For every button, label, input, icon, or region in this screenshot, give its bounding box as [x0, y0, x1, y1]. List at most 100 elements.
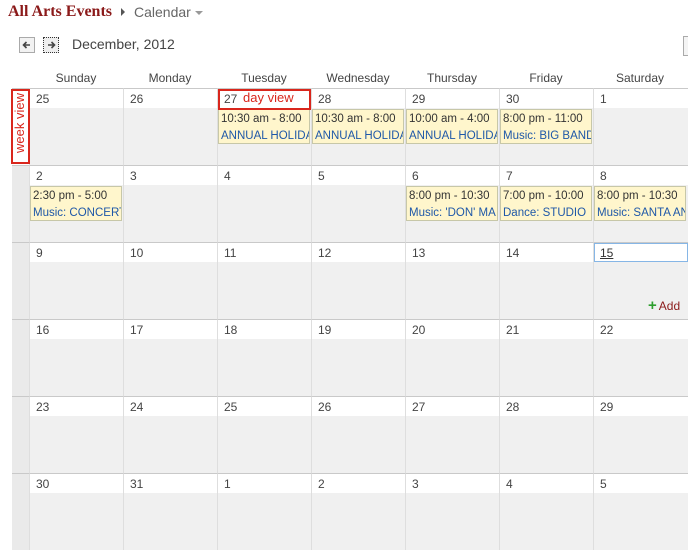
event-title-link[interactable]: Music: CONCERT	[33, 205, 121, 220]
week-view-selector[interactable]	[12, 396, 29, 473]
calendar-day-cell[interactable]: 5	[593, 473, 688, 550]
day-number-link[interactable]: 28	[506, 400, 519, 414]
day-number-link[interactable]: 2	[36, 169, 43, 183]
day-number-link[interactable]: 20	[412, 323, 425, 337]
calendar-day-cell[interactable]: 9	[29, 242, 123, 319]
week-view-selector[interactable]	[12, 242, 29, 319]
calendar-event[interactable]: 10:30 am - 8:00 ANNUAL HOLIDAY	[312, 109, 404, 144]
calendar-day-cell[interactable]: 28	[499, 396, 593, 473]
day-number-link[interactable]: 8	[600, 169, 607, 183]
calendar-event[interactable]: 10:30 am - 8:00 ANNUAL HOLIDAY	[218, 109, 310, 144]
add-event-link[interactable]: + Add	[648, 298, 680, 313]
calendar-event[interactable]: 2:30 pm - 5:00 Music: CONCERT	[30, 186, 122, 221]
event-title-link[interactable]: Music: BIG BAND	[503, 128, 591, 143]
calendar-event[interactable]: 8:00 pm - 10:30 Music: SANTA AND	[594, 186, 686, 221]
day-number-link[interactable]: 14	[506, 246, 519, 260]
day-number-link[interactable]: 29	[412, 92, 425, 106]
day-number-link[interactable]: 24	[130, 400, 143, 414]
day-number-link[interactable]: 5	[318, 169, 325, 183]
calendar-day-cell[interactable]: 25	[29, 88, 123, 165]
calendar-day-cell[interactable]: 1	[593, 88, 688, 165]
event-title-link[interactable]: ANNUAL HOLIDAY	[315, 128, 403, 143]
event-title-link[interactable]: Music: 'DON' MA	[409, 205, 496, 220]
day-number-link[interactable]: 13	[412, 246, 425, 260]
day-number-link[interactable]: 26	[130, 92, 143, 106]
breadcrumb-list-link[interactable]: Calendar	[134, 4, 203, 20]
breadcrumb-site-link[interactable]: All Arts Events	[8, 3, 112, 21]
day-number-link[interactable]: 17	[130, 323, 143, 337]
day-number-link[interactable]: 12	[318, 246, 331, 260]
calendar-day-cell[interactable]: 5	[311, 165, 405, 242]
calendar-day-cell[interactable]: 21	[499, 319, 593, 396]
week-view-selector[interactable]	[12, 165, 29, 242]
day-number-link[interactable]: 10	[130, 246, 143, 260]
day-number-link[interactable]: 27	[412, 400, 425, 414]
calendar-day-cell[interactable]: 31	[123, 473, 217, 550]
calendar-day-cell[interactable]: 19	[311, 319, 405, 396]
calendar-day-cell[interactable]: 20	[405, 319, 499, 396]
day-number-link[interactable]: 21	[506, 323, 519, 337]
calendar-day-cell[interactable]: 30	[29, 473, 123, 550]
event-title-link[interactable]: ANNUAL HOLIDAY	[221, 128, 309, 143]
calendar-day-cell[interactable]: 12	[311, 242, 405, 319]
event-title-link[interactable]: ANNUAL HOLIDAY	[409, 128, 497, 143]
calendar-event[interactable]: 8:00 pm - 10:30 Music: 'DON' MA	[406, 186, 498, 221]
day-number-link[interactable]: 25	[36, 92, 49, 106]
calendar-day-cell[interactable]: 2	[311, 473, 405, 550]
event-title-link[interactable]: Music: SANTA AND	[597, 205, 685, 220]
day-number-link[interactable]: 6	[412, 169, 419, 183]
week-view-selector[interactable]	[12, 473, 29, 550]
day-number-link[interactable]: 16	[36, 323, 49, 337]
calendar-day-cell[interactable]: 14	[499, 242, 593, 319]
calendar-day-cell[interactable]: 11	[217, 242, 311, 319]
event-title-link[interactable]: Dance: STUDIO	[503, 205, 589, 220]
calendar-event[interactable]: 7:00 pm - 10:00 Dance: STUDIO	[500, 186, 592, 221]
day-number-link[interactable]: 3	[130, 169, 137, 183]
calendar-day-cell[interactable]: 27	[405, 396, 499, 473]
previous-month-button[interactable]	[19, 37, 35, 53]
day-number-link[interactable]: 23	[36, 400, 49, 414]
day-number-link[interactable]: 26	[318, 400, 331, 414]
day-number-link[interactable]: 30	[506, 92, 519, 106]
day-number-link[interactable]: 2	[318, 477, 325, 491]
calendar-day-cell[interactable]: 13	[405, 242, 499, 319]
day-number-link[interactable]: 1	[600, 92, 607, 106]
calendar-day-cell[interactable]: 4	[499, 473, 593, 550]
dropdown-arrow-icon[interactable]	[194, 11, 203, 16]
week-view-selector[interactable]	[12, 319, 29, 396]
calendar-day-cell[interactable]: 3	[405, 473, 499, 550]
calendar-day-cell[interactable]: 26	[311, 396, 405, 473]
calendar-day-cell[interactable]: 25	[217, 396, 311, 473]
calendar-day-cell[interactable]: 18	[217, 319, 311, 396]
calendar-day-cell[interactable]: 10	[123, 242, 217, 319]
calendar-day-cell[interactable]: 22	[593, 319, 688, 396]
calendar-day-cell[interactable]: 26	[123, 88, 217, 165]
scroll-handle[interactable]	[683, 36, 688, 56]
day-number-link[interactable]: 29	[600, 400, 613, 414]
day-number-link[interactable]: 18	[224, 323, 237, 337]
day-number-link[interactable]: 1	[224, 477, 231, 491]
day-number-link[interactable]: 5	[600, 477, 607, 491]
day-number-link[interactable]: 19	[318, 323, 331, 337]
calendar-day-cell[interactable]: 24	[123, 396, 217, 473]
day-number-link[interactable]: 15	[600, 246, 613, 260]
calendar-day-cell[interactable]: 16	[29, 319, 123, 396]
day-number-link[interactable]: 31	[130, 477, 143, 491]
calendar-day-cell[interactable]: 29	[593, 396, 688, 473]
day-number-link[interactable]: 4	[506, 477, 513, 491]
day-number-link[interactable]: 22	[600, 323, 613, 337]
day-number-link[interactable]: 25	[224, 400, 237, 414]
calendar-day-cell[interactable]: 3	[123, 165, 217, 242]
day-number-link[interactable]: 4	[224, 169, 231, 183]
calendar-event[interactable]: 8:00 pm - 11:00 Music: BIG BAND	[500, 109, 592, 144]
calendar-day-cell[interactable]: 17	[123, 319, 217, 396]
calendar-day-cell[interactable]: 4	[217, 165, 311, 242]
next-month-button[interactable]	[43, 37, 59, 53]
calendar-day-cell[interactable]: 23	[29, 396, 123, 473]
day-number-link[interactable]: 3	[412, 477, 419, 491]
calendar-day-cell[interactable]: 1	[217, 473, 311, 550]
day-number-link[interactable]: 30	[36, 477, 49, 491]
day-number-link[interactable]: 7	[506, 169, 513, 183]
day-number-link[interactable]: 9	[36, 246, 43, 260]
day-number-link[interactable]: 11	[224, 246, 236, 260]
